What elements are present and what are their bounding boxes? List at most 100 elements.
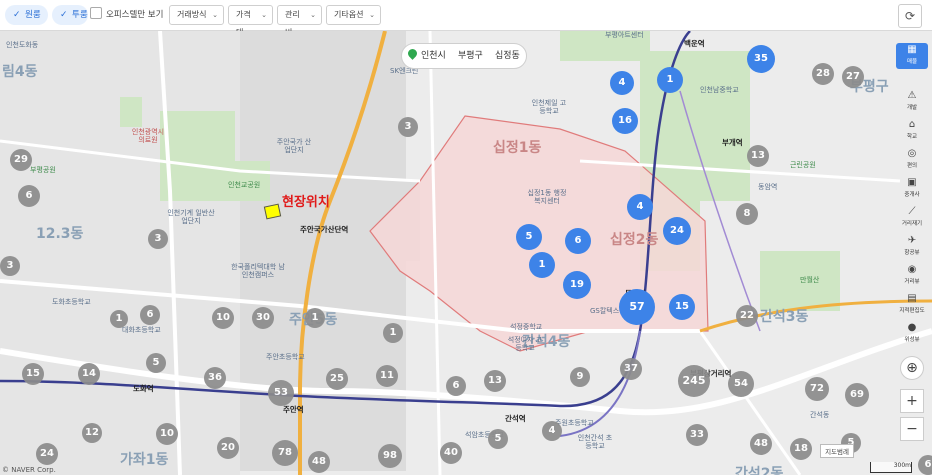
listing-cluster[interactable]: 12	[82, 423, 102, 443]
zoom-out-button[interactable]: −	[900, 417, 924, 441]
listing-cluster[interactable]: 53	[268, 380, 294, 406]
listing-cluster[interactable]: 5	[488, 429, 508, 449]
listing-cluster[interactable]: 5	[146, 353, 166, 373]
tool-school[interactable]: ⌂ 학교	[896, 118, 928, 144]
listing-cluster[interactable]: 8	[736, 203, 758, 225]
listing-cluster[interactable]: 5	[516, 224, 542, 250]
zoom-in-button[interactable]: +	[900, 389, 924, 413]
listing-cluster[interactable]: 33	[686, 424, 708, 446]
location-district[interactable]: 부평구	[458, 44, 483, 68]
cadastral-icon: ▤	[907, 293, 917, 304]
filter-chip-oneroom[interactable]: ✓ 원룸	[5, 5, 48, 25]
tool-measure[interactable]: ⟋ 거리재기	[896, 205, 928, 231]
listing-cluster[interactable]: 18	[790, 438, 812, 460]
refresh-icon[interactable]: ⟳	[898, 4, 922, 28]
tool-development[interactable]: ⚠ 개발	[896, 89, 928, 115]
poi-label: 도화초등학교	[52, 298, 91, 306]
listing-cluster[interactable]: 29	[10, 149, 32, 171]
listing-cluster[interactable]: 4	[627, 194, 653, 220]
listing-cluster[interactable]: 78	[272, 440, 298, 466]
listing-cluster[interactable]: 245	[678, 365, 710, 397]
listing-cluster[interactable]: 16	[612, 108, 638, 134]
checkbox[interactable]	[90, 7, 102, 19]
tool-label: 편의	[906, 163, 918, 169]
listing-cluster[interactable]: 98	[378, 444, 402, 468]
listing-cluster[interactable]: 24	[36, 443, 58, 465]
listing-cluster[interactable]: 27	[842, 66, 864, 88]
listing-cluster[interactable]: 6	[565, 228, 591, 254]
listing-cluster[interactable]: 25	[326, 368, 348, 390]
ruler-icon: ⟋	[908, 206, 916, 217]
listing-cluster[interactable]: 1	[110, 310, 128, 328]
listing-cluster[interactable]: 24	[663, 217, 691, 245]
poi-label: 인천기계 일반산업단지	[167, 209, 215, 225]
tool-cadastral[interactable]: ▤ 지적편집도	[896, 292, 928, 318]
poi-label: 간석동	[810, 411, 830, 419]
listing-cluster[interactable]: 10	[156, 423, 178, 445]
poi-label: 동암역	[758, 183, 778, 191]
listing-cluster[interactable]: 13	[484, 370, 506, 392]
listing-cluster[interactable]: 72	[805, 377, 829, 401]
listing-cluster[interactable]: 19	[563, 271, 591, 299]
listing-cluster[interactable]: 54	[728, 371, 754, 397]
tool-convenience[interactable]: ◎ 편의	[896, 147, 928, 173]
poi-label: 한국폴리텍대학 남인천캠퍼스	[231, 263, 285, 279]
listing-cluster[interactable]: 3	[0, 256, 20, 276]
listing-cluster[interactable]: 3	[398, 117, 418, 137]
maintenance-fee-dropdown[interactable]: 관리비⌄	[277, 5, 322, 37]
deal-type-dropdown[interactable]: 거래방식 ⌄	[169, 5, 224, 25]
district-label: 간석3동	[760, 309, 809, 325]
tool-listings[interactable]: ▦ 매물	[896, 43, 928, 69]
location-breadcrumb[interactable]: 인천시 부평구 십정동	[401, 43, 527, 69]
my-location-button[interactable]: ⊕	[900, 356, 924, 380]
tool-agent[interactable]: ▣ 중개사	[896, 176, 928, 202]
listing-cluster[interactable]: 30	[252, 307, 274, 329]
listing-cluster[interactable]: 4	[542, 421, 562, 441]
listing-cluster[interactable]: 11	[376, 365, 398, 387]
listing-cluster[interactable]: 22	[736, 305, 758, 327]
map-view[interactable]: 부평구 십정1동 십정2동 주안5동 간석4동 간석3동 12.3동 가좌1동 …	[0, 31, 932, 475]
listing-cluster[interactable]: 6	[18, 185, 40, 207]
listing-cluster[interactable]: 9	[570, 367, 590, 387]
tool-label: 개발	[906, 105, 918, 111]
filter-chip-tworoom[interactable]: ✓ 투룸	[52, 5, 88, 25]
listing-cluster[interactable]: 1	[305, 308, 325, 328]
site-label: 현장위치	[282, 195, 330, 210]
listing-cluster[interactable]: 14	[78, 363, 100, 385]
tool-aerial[interactable]: ✈ 항공뷰	[896, 234, 928, 260]
listing-cluster[interactable]: 15	[669, 294, 695, 320]
listing-cluster[interactable]: 10	[212, 307, 234, 329]
listing-cluster[interactable]: 6	[140, 305, 160, 325]
listing-cluster[interactable]: 6	[446, 376, 466, 396]
listing-cluster[interactable]: 48	[308, 451, 330, 473]
listing-cluster[interactable]: 37	[620, 358, 642, 380]
tool-satellite[interactable]: ● 위성뷰	[896, 321, 928, 347]
location-dong[interactable]: 십정동	[495, 44, 520, 68]
listing-cluster[interactable]: 13	[747, 145, 769, 167]
listing-cluster[interactable]: 20	[217, 437, 239, 459]
filter-toolbar: ✓ 원룸 ✓ 투룸 오피스텔만 보기 거래방식 ⌄ 가격대⌄ 관리비⌄ 기타옵션 ⌄…	[0, 0, 932, 37]
listing-cluster[interactable]: 35	[747, 45, 775, 73]
listing-cluster[interactable]: 36	[204, 367, 226, 389]
listing-cluster[interactable]: 48	[750, 433, 772, 455]
price-dropdown[interactable]: 가격대⌄	[228, 5, 273, 37]
tool-street-view[interactable]: ◉ 거리뷰	[896, 263, 928, 289]
listing-cluster[interactable]: 40	[440, 442, 462, 464]
map-legend-button[interactable]: 지도범례	[820, 444, 854, 458]
chevron-down-icon: ⌄	[212, 11, 218, 19]
listing-cluster[interactable]: 69	[845, 383, 869, 407]
listing-cluster[interactable]: 28	[812, 63, 834, 85]
listing-cluster[interactable]: 57	[619, 289, 655, 325]
listing-cluster[interactable]: 1	[529, 252, 555, 278]
listing-cluster[interactable]: 4	[610, 71, 634, 95]
other-options-dropdown[interactable]: 기타옵션 ⌄	[326, 5, 381, 25]
officetel-only-toggle[interactable]: 오피스텔만 보기	[90, 7, 163, 23]
listing-cluster[interactable]: 15	[22, 363, 44, 385]
listing-cluster[interactable]: 3	[148, 229, 168, 249]
poi-label: 인천교공원	[228, 181, 261, 189]
map-background	[0, 31, 932, 475]
tool-label: 거리재기	[901, 221, 923, 227]
location-city[interactable]: 인천시	[421, 44, 446, 68]
listing-cluster[interactable]: 1	[657, 67, 683, 93]
listing-cluster[interactable]: 1	[383, 323, 403, 343]
